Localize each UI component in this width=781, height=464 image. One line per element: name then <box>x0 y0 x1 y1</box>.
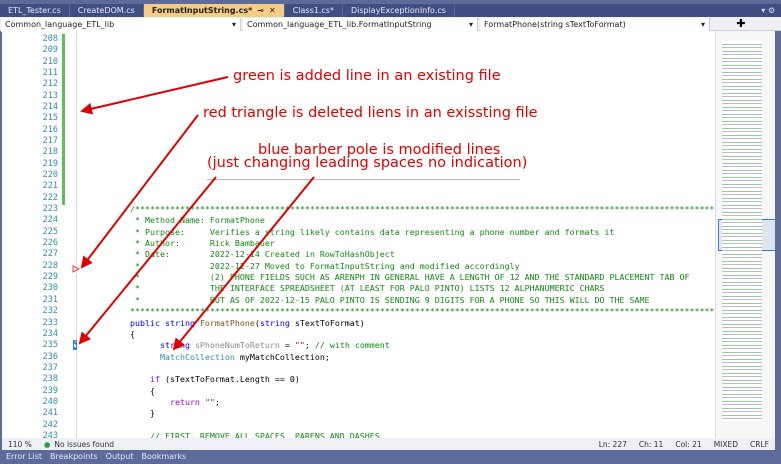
split-icon[interactable]: ✚ <box>711 17 771 30</box>
project-dropdown[interactable]: Common_language_ETL_lib ▾ <box>1 18 241 32</box>
tab-label: FormatInputString.cs* <box>151 6 253 15</box>
tab-displayexceptioninfo[interactable]: DisplayExceptionInfo.cs <box>343 4 455 17</box>
tab-strip: ETL_Tester.cs CreateDOM.cs FormatInputSt… <box>0 4 781 17</box>
tab-etl-tester[interactable]: ETL_Tester.cs <box>0 4 70 17</box>
tab-output[interactable]: Output <box>106 452 134 464</box>
minimap-content <box>722 41 762 421</box>
bottom-tool-tabs: Error List Breakpoints Output Bookmarks <box>0 452 781 464</box>
close-icon[interactable]: ✕ <box>269 6 276 15</box>
pin-icon[interactable]: ⊸ <box>257 6 264 15</box>
annotation-arrows <box>78 76 315 351</box>
tab-overflow-icon[interactable]: ▾ ⚙ <box>755 4 781 17</box>
arrow-green <box>80 76 229 115</box>
navigation-bar: Common_language_ETL_lib ▾ Common_language… <box>0 17 781 32</box>
minimap-scrollbar[interactable] <box>715 31 775 438</box>
char-number: Ch: 11 <box>638 439 664 449</box>
tab-formatinputstring[interactable]: FormatInputString.cs* ⊸ ✕ <box>143 4 285 17</box>
tab-breakpoints[interactable]: Breakpoints <box>50 452 98 464</box>
class-dropdown[interactable]: Common_language_ETL_lib.FormatInputStrin… <box>243 18 478 32</box>
col-number: Col: 21 <box>675 439 702 449</box>
line-number: Ln: 227 <box>598 439 627 449</box>
tab-error-list[interactable]: Error List <box>6 452 42 464</box>
issues-status[interactable]: No issues found <box>54 440 114 449</box>
member-dropdown[interactable]: FormatPhone(string sTextToFormat) ▾ <box>480 18 710 32</box>
line-ending[interactable]: CRLF <box>750 440 769 449</box>
indent-mode[interactable]: MIXED <box>714 440 738 449</box>
code-editor[interactable]: 208 209 210 211 212 213 214 215 216 217 218 219 220 2… <box>2 31 775 438</box>
tab-createdom[interactable]: CreateDOM.cs <box>70 4 144 17</box>
tab-bookmarks[interactable]: Bookmarks <box>141 452 186 464</box>
status-bar: 110 % ● No issues found Ln: 227 Ch: 11 C… <box>2 438 775 450</box>
check-icon: ● <box>43 439 51 449</box>
arrow-blue-gutter <box>78 176 217 345</box>
zoom-level[interactable]: 110 % <box>8 440 32 449</box>
tab-class1[interactable]: Class1.cs* <box>285 4 343 17</box>
arrow-red <box>80 114 199 269</box>
